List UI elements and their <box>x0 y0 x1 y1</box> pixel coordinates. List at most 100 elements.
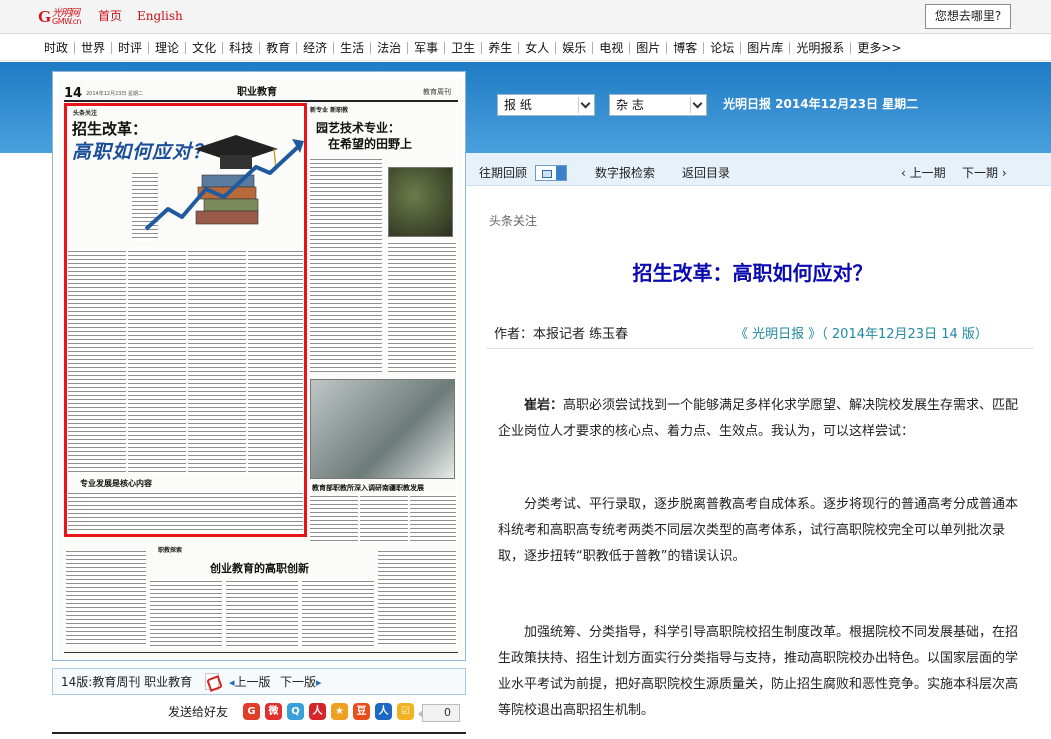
nav-item[interactable]: 娱乐 <box>556 35 592 61</box>
edition-label[interactable]: 14版:教育周刊 职业教育 <box>61 675 192 689</box>
nav-item[interactable]: 经济 <box>297 35 333 61</box>
selected-article-highlight[interactable] <box>64 103 307 537</box>
page-date: 2014年12月23日 星期二 <box>86 91 144 97</box>
news-photo <box>310 379 455 479</box>
nav-item-label: 电视 <box>599 41 624 55</box>
nav-item[interactable]: 博客 <box>667 35 703 61</box>
right-article-tag: 新专业 新职教 <box>310 107 349 114</box>
nav-item[interactable]: 军事 <box>408 35 444 61</box>
nav-item[interactable]: 光明报系 <box>790 35 850 61</box>
magazine-select[interactable]: 杂 志 <box>609 94 707 116</box>
nav-item-label: 娱乐 <box>562 41 587 55</box>
article-title: 招生改革：高职如何应对？ <box>632 261 873 285</box>
page-weekly: 教育周刊 <box>423 88 451 96</box>
logo-glyph: G <box>38 7 52 26</box>
douban-icon[interactable]: 豆 <box>353 703 370 720</box>
next-edition-link[interactable]: 下一版▸ <box>280 675 322 690</box>
article-paragraph: 加强统筹、分类指导，科学引导高职院校招生制度改革。根据院校不同发展基础，在招生政… <box>498 625 1019 718</box>
nav-item[interactable]: 理论 <box>149 35 185 61</box>
nav-item[interactable]: 时评 <box>112 35 148 61</box>
right-article-headline-2: 在希望的田野上 <box>328 137 413 151</box>
article-author: 作者：本报记者 练玉春 <box>494 327 629 342</box>
article-source-link[interactable]: 《 光明日报 》（ 2014年12月23日 14 版） <box>735 327 988 343</box>
nav-item[interactable]: 法治 <box>371 35 407 61</box>
newspaper-page-image[interactable]: 14 2014年12月23日 星期二 职业教育 教育周刊 头条关注 招生改革： … <box>58 79 463 659</box>
logo-en: GMW.cn <box>52 17 82 26</box>
calendar-icon[interactable] <box>535 165 567 181</box>
share-icons: G 微 Q 人 ★ 豆人 ☑ <box>243 703 419 720</box>
title-divider <box>486 348 1034 349</box>
nav-item[interactable]: 生活 <box>334 35 370 61</box>
text-column <box>310 494 358 542</box>
left-bottom-rule <box>52 732 466 734</box>
qzone-icon[interactable]: ☑ <box>397 703 414 720</box>
back-to-contents-link[interactable]: 返回目录 <box>682 166 730 180</box>
nav-item-label: 教育 <box>266 41 291 55</box>
qq-space-icon[interactable]: G <box>243 703 260 720</box>
gmw-logo[interactable]: G 光明网 GMW.cn <box>38 7 84 27</box>
nav-item-label: 图片 <box>636 41 661 55</box>
nav-item-label: 论坛 <box>710 41 735 55</box>
pdf-icon[interactable] <box>205 673 219 690</box>
nav-item[interactable]: 时政 <box>38 35 74 61</box>
renren-icon[interactable]: 人 <box>309 703 326 720</box>
news-photo <box>388 167 453 237</box>
prev-edition-label: 上一版 <box>234 675 271 689</box>
prev-issue-label: 上一期 <box>909 166 946 180</box>
nav-item-label: 经济 <box>303 41 328 55</box>
share-count[interactable]: 0 <box>418 704 460 722</box>
nav-item[interactable]: 世界 <box>75 35 111 61</box>
nav-item-label: 科技 <box>229 41 254 55</box>
tencent-weibo-icon[interactable]: Q <box>287 703 304 720</box>
page-footer-rule <box>64 652 458 653</box>
channel-nav: 时政 世界 时评 理论 文化 科技 教育 经济 生活 法治 军事 卫生 养生 女人 娱乐 电视 图片 博客 论坛 图片… <box>0 35 1051 61</box>
text-column <box>360 494 408 542</box>
nav-item[interactable]: 文化 <box>186 35 222 61</box>
prev-issue-link[interactable]: ‹ 上一期 <box>901 166 946 180</box>
text-column <box>410 494 456 542</box>
where-to-go-button[interactable]: 您想去哪里? <box>925 4 1011 29</box>
chevron-down-icon <box>578 97 592 113</box>
newspaper-page-frame: 14 2014年12月23日 星期二 职业教育 教育周刊 头条关注 招生改革： … <box>52 71 466 661</box>
chevron-down-icon <box>690 97 704 113</box>
bottom-article-headline: 创业教育的高职创新 <box>210 562 309 575</box>
nav-item[interactable]: 更多>> <box>851 35 907 61</box>
nav-item[interactable]: 卫生 <box>445 35 481 61</box>
people-icon[interactable]: 人 <box>375 703 392 720</box>
nav-item[interactable]: 养生 <box>482 35 518 61</box>
nav-item[interactable]: 女人 <box>519 35 555 61</box>
page-number: 14 <box>64 86 83 101</box>
nav-item-label: 图片库 <box>747 41 784 55</box>
channel-nav-items: 时政 世界 时评 理论 文化 科技 教育 经济 生活 法治 军事 卫生 养生 女人 娱乐 电视 图片 博客 论坛 图片… <box>38 35 907 61</box>
nav-item-label: 养生 <box>488 41 513 55</box>
nav-item-label: 时政 <box>44 41 69 55</box>
english-link[interactable]: English <box>137 9 183 23</box>
nav-item[interactable]: 图片 <box>630 35 666 61</box>
chevron-right-icon: › <box>1001 166 1007 180</box>
nav-item[interactable]: 教育 <box>260 35 296 61</box>
nav-item[interactable]: 电视 <box>593 35 629 61</box>
page-header-rule <box>64 100 458 102</box>
nav-item-label: 女人 <box>525 41 550 55</box>
paragraph-text: 高职必须尝试找到一个能够满足多样化求学愿望、解决院校发展生存需求、匹配企业岗位人… <box>498 398 1019 439</box>
nav-item-label: 时评 <box>118 41 143 55</box>
issue-date: 光明日报 2014年12月23日 星期二 <box>723 97 919 111</box>
digital-search-link[interactable]: 数字报检索 <box>595 166 655 180</box>
nav-item[interactable]: 科技 <box>223 35 259 61</box>
prev-edition-link[interactable]: ◂上一版 <box>229 675 271 690</box>
nav-item-label: 更多>> <box>857 41 902 55</box>
nav-item[interactable]: 图片库 <box>741 35 789 61</box>
text-column <box>310 157 382 372</box>
home-link[interactable]: 首页 <box>98 9 122 23</box>
past-issues-link[interactable]: 往期回顾 <box>479 166 527 180</box>
text-column <box>226 579 298 647</box>
page-section: 职业教育 <box>237 87 277 98</box>
text-column <box>150 579 222 647</box>
kaixin-icon[interactable]: ★ <box>331 703 348 720</box>
newspaper-select[interactable]: 报 纸 <box>497 94 595 116</box>
nav-item-label: 理论 <box>155 41 180 55</box>
weibo-icon[interactable]: 微 <box>265 703 282 720</box>
share-label: 发送给好友 <box>168 705 229 719</box>
nav-item[interactable]: 论坛 <box>704 35 740 61</box>
next-issue-link[interactable]: 下一期 › <box>962 166 1007 180</box>
